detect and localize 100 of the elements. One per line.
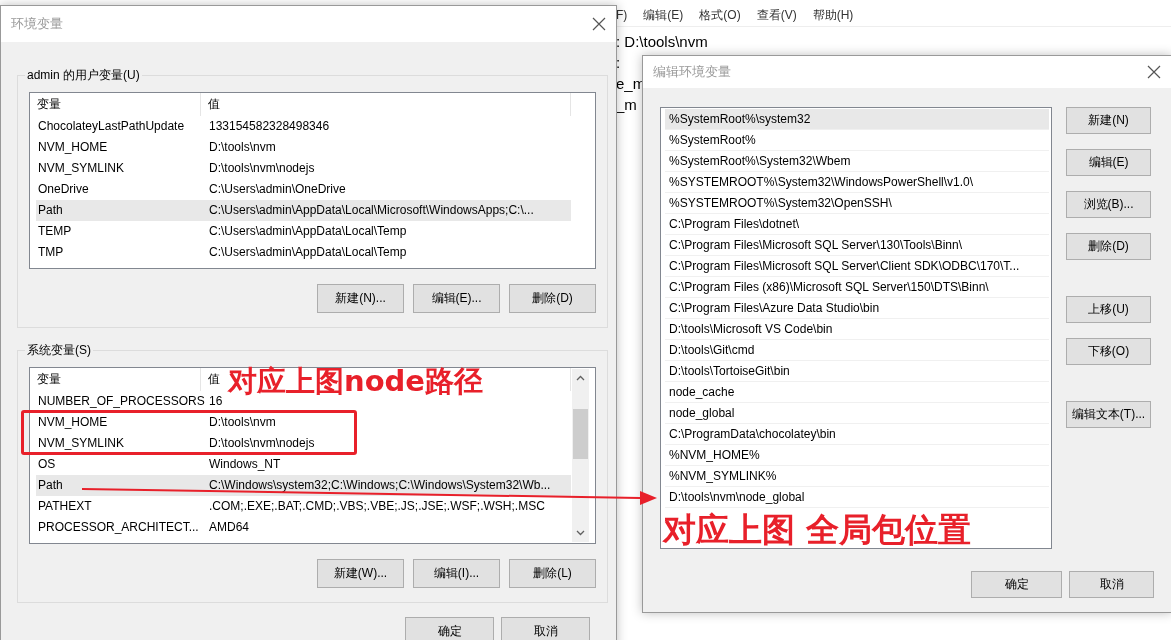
path-item[interactable]: D:\tools\Microsoft VS Code\bin [665, 319, 1049, 340]
path-item[interactable]: C:\Program Files\Microsoft SQL Server\Client SDK\ODBC\170\T... [665, 256, 1049, 277]
dialog-button[interactable]: 新建(N) [1066, 107, 1151, 134]
text-line: _m [615, 95, 637, 115]
variable-name: Path [38, 477, 63, 494]
annotation-label: 对应上图 全局包位置 [663, 509, 972, 551]
path-item[interactable]: %SystemRoot% [665, 130, 1049, 151]
dialog-button[interactable]: 浏览(B)... [1066, 191, 1151, 218]
dialog-button[interactable]: 编辑(I)... [413, 559, 500, 588]
variable-row[interactable]: OneDrive C:\Users\admin\OneDrive [36, 179, 571, 200]
path-item[interactable]: %NVM_SYMLINK% [665, 466, 1049, 487]
dialog-button[interactable]: 上移(U) [1066, 296, 1151, 323]
variable-row[interactable]: NVM_HOME D:\tools\nvm [36, 137, 571, 158]
variable-row[interactable]: NVM_SYMLINK D:\tools\nvm\nodejs [36, 158, 571, 179]
variable-row[interactable]: OS Windows_NT [36, 454, 571, 475]
chevron-down-icon[interactable] [576, 530, 585, 536]
path-item[interactable]: D:\tools\nvm\node_global [665, 487, 1049, 508]
column-header[interactable]: 值 [208, 97, 220, 111]
column-header[interactable]: 变量 [37, 97, 61, 111]
dialog-button[interactable]: 取消 [1069, 571, 1154, 598]
menu-item[interactable]: F) [616, 6, 628, 26]
path-item[interactable]: C:\Program Files (x86)\Microsoft SQL Server\150\DTS\Binn\ [665, 277, 1049, 298]
variable-name: NVM_HOME [38, 414, 108, 431]
column-header[interactable]: 变量 [37, 372, 61, 386]
path-item[interactable]: %SYSTEMROOT%\System32\OpenSSH\ [665, 193, 1049, 214]
variable-value: D:\tools\nvm [209, 414, 276, 431]
menu-item[interactable]: 格式(O) [699, 6, 741, 26]
variable-name: OS [38, 456, 56, 473]
variable-row[interactable]: ChocolateyLastPathUpdate 133154582328498346 [36, 116, 571, 137]
variable-row[interactable]: NVM_SYMLINK D:\tools\nvm\nodejs [36, 433, 571, 454]
variable-value: C:\Windows\system32;C:\Windows;C:\Windows\System32\Wb... [209, 477, 551, 494]
variable-row[interactable]: Path C:\Windows\system32;C:\Windows;C:\Windows\System32\Wb... [36, 475, 571, 496]
dialog-button[interactable]: 确定 [971, 571, 1062, 598]
group-label: 系统变量(S) [26, 342, 92, 359]
variable-name: NVM_SYMLINK [38, 160, 125, 177]
variable-row[interactable]: PROCESSOR_ARCHITECT... AMD64 [36, 517, 571, 538]
path-item[interactable]: D:\tools\Git\cmd [665, 340, 1049, 361]
dialog-button[interactable]: 删除(D) [509, 284, 596, 313]
dialog-button[interactable]: 新建(W)... [317, 559, 404, 588]
variable-name: NVM_HOME [38, 139, 108, 156]
variable-value: Windows_NT [209, 456, 281, 473]
menu-item[interactable]: 查看(V) [756, 6, 797, 26]
variable-name: Path [38, 202, 63, 219]
variable-name: TEMP [38, 223, 72, 240]
chevron-up-icon[interactable] [576, 375, 585, 381]
variable-value: .COM;.EXE;.BAT;.CMD;.VBS;.VBE;.JS;.JSE;.WSF;.WSH;.MSC [209, 498, 545, 515]
path-item[interactable]: %SYSTEMROOT%\System32\WindowsPowerShell\v1.0\ [665, 172, 1049, 193]
variable-name: PATHEXT [38, 498, 92, 515]
dialog-button[interactable]: 编辑(E)... [413, 284, 500, 313]
variable-row[interactable]: TMP C:\Users\admin\AppData\Local\Temp [36, 242, 571, 263]
dialog-button[interactable]: 删除(D) [1066, 233, 1151, 260]
text-line: : D:\tools\nvm [615, 32, 708, 52]
path-item[interactable]: node_cache [665, 382, 1049, 403]
variable-name: PROCESSOR_ARCHITECT... [38, 519, 199, 536]
path-item[interactable]: C:\Program Files\Microsoft SQL Server\130\Tools\Binn\ [665, 235, 1049, 256]
variable-value: C:\Users\admin\AppData\Local\Microsoft\WindowsApps;C:\... [209, 202, 534, 219]
variable-name: TMP [38, 244, 64, 261]
variable-name: OneDrive [38, 181, 89, 198]
variable-row[interactable]: NVM_HOME D:\tools\nvm [36, 412, 571, 433]
dialog-button[interactable]: 确定 [405, 617, 494, 640]
group-label: admin 的用户变量(U) [26, 67, 141, 84]
path-item[interactable]: C:\Program Files\Azure Data Studio\bin [665, 298, 1049, 319]
dialog-button[interactable]: 删除(L) [509, 559, 596, 588]
variable-value: D:\tools\nvm [209, 139, 276, 156]
variable-value: 16 [209, 393, 223, 410]
variable-value: D:\tools\nvm\nodejs [209, 435, 315, 452]
path-item[interactable]: D:\tools\TortoiseGit\bin [665, 361, 1049, 382]
path-item[interactable]: C:\ProgramData\chocolatey\bin [665, 424, 1049, 445]
text-line: : [615, 53, 621, 73]
column-header[interactable]: 值 [208, 372, 220, 386]
variable-name: NVM_SYMLINK [38, 435, 125, 452]
window-title: 环境变量 [11, 15, 63, 33]
dialog-button[interactable]: 下移(O) [1066, 338, 1151, 365]
variable-row[interactable]: TEMP C:\Users\admin\AppData\Local\Temp [36, 221, 571, 242]
close-icon[interactable] [1147, 65, 1161, 79]
path-item[interactable]: %SystemRoot%\system32 [665, 109, 1049, 130]
dialog-button[interactable]: 新建(N)... [317, 284, 404, 313]
variable-value: 133154582328498346 [209, 118, 330, 135]
variable-name: ChocolateyLastPathUpdate [38, 118, 185, 135]
variable-name: NUMBER_OF_PROCESSORS [38, 393, 205, 410]
path-item[interactable]: %SystemRoot%\System32\Wbem [665, 151, 1049, 172]
path-item[interactable]: C:\Program Files\dotnet\ [665, 214, 1049, 235]
dialog-button[interactable]: 编辑(E) [1066, 149, 1151, 176]
path-item[interactable]: %NVM_HOME% [665, 445, 1049, 466]
path-item[interactable]: node_global [665, 403, 1049, 424]
annotation-label: 对应上图node路径 [228, 363, 483, 400]
dialog-button[interactable]: 编辑文本(T)... [1066, 401, 1151, 428]
window-title: 编辑环境变量 [653, 63, 731, 81]
variable-value: AMD64 [209, 519, 249, 536]
variable-row[interactable]: Path C:\Users\admin\AppData\Local\Microsoft\WindowsApps;C:\... [36, 200, 571, 221]
variable-value: D:\tools\nvm\nodejs [209, 160, 315, 177]
scrollbar[interactable] [572, 369, 589, 542]
dialog-button[interactable]: 取消 [501, 617, 590, 640]
variable-value: C:\Users\admin\AppData\Local\Temp [209, 223, 407, 240]
menu-item[interactable]: 帮助(H) [812, 6, 854, 26]
variable-value: C:\Users\admin\AppData\Local\Temp [209, 244, 407, 261]
close-icon[interactable] [592, 17, 606, 31]
variable-value: C:\Users\admin\OneDrive [209, 181, 346, 198]
variable-row[interactable]: PATHEXT .COM;.EXE;.BAT;.CMD;.VBS;.VBE;.JS;.JSE;.WSF;.WSH;.MSC [36, 496, 571, 517]
menu-item[interactable]: 编辑(E) [643, 6, 684, 26]
